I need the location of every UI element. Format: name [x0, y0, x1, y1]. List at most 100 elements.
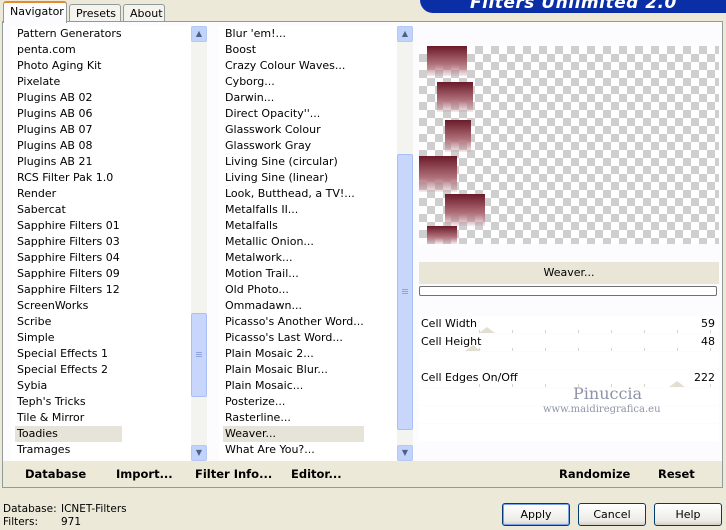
category-item[interactable]: Plugins AB 21 — [15, 154, 122, 170]
category-item[interactable]: penta.com — [15, 42, 122, 58]
filter-item[interactable]: Plain Mosaic... — [223, 378, 364, 394]
filter-item[interactable]: Metallic Onion... — [223, 234, 364, 250]
category-item[interactable]: Sapphire Filters 03 — [15, 234, 122, 250]
filter-item[interactable]: Living Sine (circular) — [223, 154, 364, 170]
preview-image — [419, 46, 719, 244]
action-bar: Database Import... Filter Info... Editor… — [3, 461, 722, 487]
status-filters-label: Filters: — [3, 516, 39, 528]
filter-item[interactable]: Weaver... — [223, 426, 364, 442]
filter-list[interactable]: Blur 'em!... Boost Crazy Colour Waves... Cy… — [219, 26, 413, 461]
status-database: Database: ICNET-Filters — [3, 503, 127, 515]
apply-button[interactable]: Apply — [502, 503, 570, 526]
category-item[interactable]: Teph's Tricks — [15, 394, 122, 410]
reset-button[interactable]: Reset — [658, 467, 695, 481]
tab-about[interactable]: About — [123, 4, 165, 22]
progress-bar — [419, 286, 717, 296]
watermark: Pinuccia www.maidiregrafica.eu — [419, 384, 719, 426]
param-cell-edges[interactable]: Cell Edges On/Off 222 — [419, 370, 719, 387]
scroll-thumb[interactable] — [397, 154, 413, 430]
status-filters-value: 971 — [61, 516, 82, 528]
status-database-value: ICNET-Filters — [61, 503, 127, 515]
filter-item[interactable]: Picasso's Last Word... — [223, 330, 364, 346]
category-item[interactable]: Simple — [15, 330, 122, 346]
category-item[interactable]: Sybia — [15, 378, 122, 394]
category-item[interactable]: Toadies — [15, 426, 122, 442]
param-cell-width[interactable]: Cell Width 59 — [419, 316, 719, 333]
category-item[interactable]: Plugins AB 02 — [15, 90, 122, 106]
category-item[interactable]: Sapphire Filters 12 — [15, 282, 122, 298]
category-item[interactable]: Sapphire Filters 04 — [15, 250, 122, 266]
scroll-down-button[interactable]: ▼ — [191, 445, 207, 461]
category-item[interactable]: Scribe — [15, 314, 122, 330]
category-list[interactable]: Pattern Generators penta.com Photo Aging K… — [11, 26, 207, 461]
category-item[interactable]: Special Effects 2 — [15, 362, 122, 378]
tab-navigator[interactable]: Navigator — [3, 1, 67, 23]
help-button[interactable]: Help — [654, 503, 722, 526]
filter-item[interactable]: Crazy Colour Waves... — [223, 58, 364, 74]
filter-info-button[interactable]: Filter Info... — [195, 467, 272, 481]
filter-item[interactable]: Rasterline... — [223, 410, 364, 426]
scroll-down-button[interactable]: ▼ — [397, 445, 413, 461]
scroll-up-button[interactable]: ▲ — [397, 26, 413, 42]
filter-item[interactable]: Look, Butthead, a TV!... — [223, 186, 364, 202]
filter-item[interactable]: Cyborg... — [223, 74, 364, 90]
preview-blot — [445, 120, 471, 152]
editor-button[interactable]: Editor... — [291, 467, 342, 481]
category-item[interactable]: Plugins AB 07 — [15, 122, 122, 138]
filter-item[interactable]: Posterize... — [223, 394, 364, 410]
category-item[interactable]: Pattern Generators — [15, 26, 122, 42]
filter-item[interactable]: Blur 'em!... — [223, 26, 364, 42]
filter-item[interactable]: Boost — [223, 42, 364, 58]
filter-item[interactable]: Motion Trail... — [223, 266, 364, 282]
filter-item[interactable]: Glasswork Colour — [223, 122, 364, 138]
category-item[interactable]: Sabercat — [15, 202, 122, 218]
cancel-button[interactable]: Cancel — [578, 503, 646, 526]
param-slot-empty — [419, 424, 719, 441]
slider-marker[interactable] — [479, 327, 495, 333]
category-item[interactable]: Sapphire Filters 09 — [15, 266, 122, 282]
slider-ticks — [479, 348, 719, 351]
navigator-panel: Pattern Generators penta.com Photo Aging K… — [2, 21, 723, 488]
param-value: 48 — [701, 335, 715, 348]
scroll-up-button[interactable]: ▲ — [191, 26, 207, 42]
category-item[interactable]: RCS Filter Pak 1.0 — [15, 170, 122, 186]
category-item[interactable]: Pixelate — [15, 74, 122, 90]
filter-item[interactable]: Glasswork Gray — [223, 138, 364, 154]
scroll-thumb[interactable] — [191, 313, 207, 397]
category-item[interactable]: Plugins AB 08 — [15, 138, 122, 154]
preview-blot — [427, 46, 467, 76]
category-item[interactable]: Tile & Mirror — [15, 410, 122, 426]
filter-item[interactable]: Plain Mosaic 2... — [223, 346, 364, 362]
filter-item[interactable]: What Are You?... — [223, 442, 364, 458]
grip-icon — [402, 289, 408, 294]
filter-item[interactable]: Plain Mosaic Blur... — [223, 362, 364, 378]
category-item[interactable]: Special Effects 1 — [15, 346, 122, 362]
tab-presets[interactable]: Presets — [69, 4, 121, 22]
category-item[interactable]: Plugins AB 06 — [15, 106, 122, 122]
randomize-button[interactable]: Randomize — [559, 467, 630, 481]
filter-item[interactable]: Old Photo... — [223, 282, 364, 298]
database-button[interactable]: Database — [25, 467, 86, 481]
category-item[interactable]: ScreenWorks — [15, 298, 122, 314]
category-item[interactable]: Photo Aging Kit — [15, 58, 122, 74]
filter-item[interactable]: Metalfalls II... — [223, 202, 364, 218]
preview-blot — [427, 226, 457, 244]
filter-scrollbar[interactable]: ▲ ▼ — [397, 26, 413, 461]
param-value: 59 — [701, 317, 715, 330]
filter-item[interactable]: Metalwork... — [223, 250, 364, 266]
watermark-url: www.maidiregrafica.eu — [543, 404, 661, 415]
filter-item[interactable]: Darwin... — [223, 90, 364, 106]
slider-marker[interactable] — [465, 345, 481, 351]
param-cell-height[interactable]: Cell Height 48 — [419, 334, 719, 351]
filter-item[interactable]: Living Sine (linear) — [223, 170, 364, 186]
category-item[interactable]: Sapphire Filters 01 — [15, 218, 122, 234]
category-scrollbar[interactable]: ▲ ▼ — [191, 26, 207, 461]
category-item[interactable]: Render — [15, 186, 122, 202]
filter-item[interactable]: Direct Opacity''... — [223, 106, 364, 122]
import-button[interactable]: Import... — [116, 467, 173, 481]
filter-item[interactable]: Picasso's Another Word... — [223, 314, 364, 330]
filter-item[interactable]: Metalfalls — [223, 218, 364, 234]
filter-item[interactable]: Ommadawn... — [223, 298, 364, 314]
category-item[interactable]: Tramages — [15, 442, 122, 458]
filter-name-label: Weaver... — [419, 262, 719, 284]
